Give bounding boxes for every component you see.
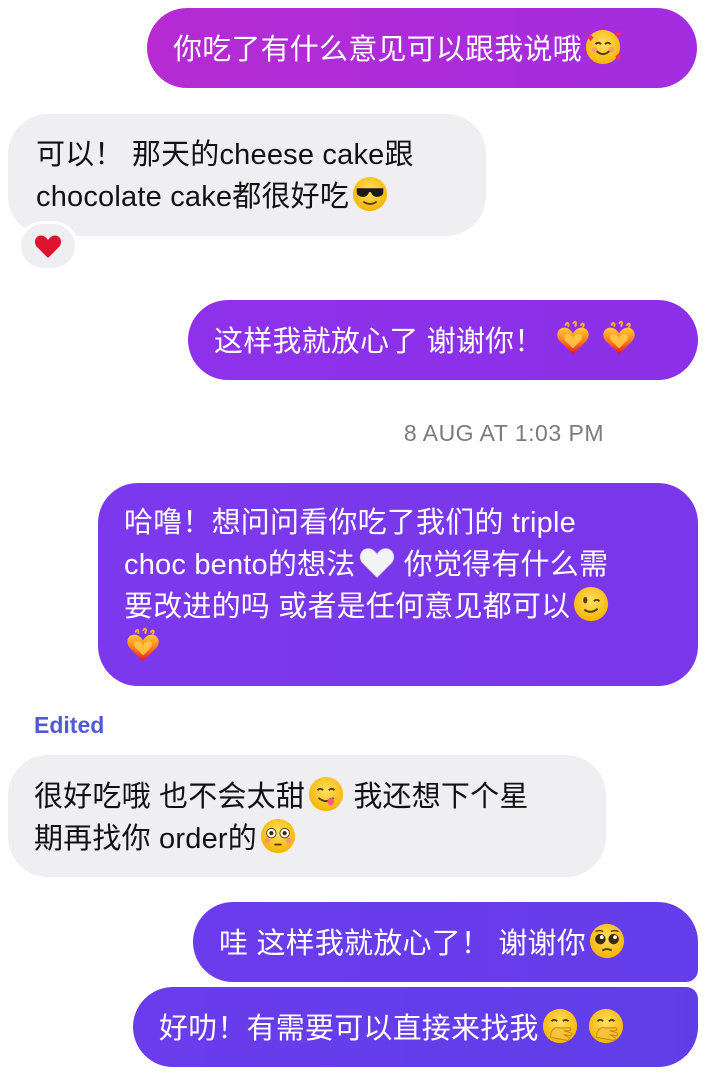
message-text-line: 期再找你 order的 [34,823,257,855]
message-text-line: 哈噜！想问问看你吃了我们的 triple [124,507,576,539]
message-text: 好叻！有需要可以直接来找我 [159,1013,539,1045]
flushed-face-icon [259,817,297,855]
message-text: 你吃了有什么意见可以跟我说哦 [173,34,582,66]
smiling-face-with-sunglasses-icon [351,175,389,213]
message-bubble-outgoing[interactable]: 你吃了有什么意见可以跟我说哦 [147,8,697,88]
message-bubble-outgoing[interactable]: 这样我就放心了 谢谢你！ [188,300,698,380]
face-savoring-food-icon [307,775,345,813]
edited-label: Edited [34,712,105,738]
heart-on-fire-icon [124,627,162,665]
heart-on-fire-icon [600,320,638,358]
pleading-face-icon [588,922,626,960]
message-text-line: choc bento的想法 [124,549,356,581]
message-bubble-outgoing[interactable]: 哇 这样我就放心了！ 谢谢你 [193,902,698,982]
message-text-line: 很好吃哦 也不会太甜 [34,781,306,813]
message-text-line: 要改进的吗 或者是任何意见都可以 [124,591,571,623]
message-bubble-outgoing[interactable]: 哈噜！想问问看你吃了我们的 triple choc bento的想法 你觉得有什… [98,483,698,686]
message-bubble-incoming[interactable]: 可以！ 那天的cheese cake跟 chocolate cake都很好吃 [8,114,486,236]
message-bubble-outgoing[interactable]: 好叻！有需要可以直接来找我 [133,987,698,1067]
heart-on-fire-icon [554,320,592,358]
face-with-hand-over-mouth-icon [587,1007,625,1045]
reaction-badge[interactable] [18,221,78,271]
timestamp: 8 AUG AT 1:03 PM [403,420,604,446]
face-with-hand-over-mouth-icon [541,1007,579,1045]
message-text: 哇 这样我就放心了！ 谢谢你 [219,928,586,960]
chat-thread: 你吃了有什么意见可以跟我说哦 可以！ 那天的cheese cake跟 choco… [0,0,714,1080]
message-text-line: 你觉得有什么需 [395,549,609,581]
message-text-line: 我还想下个星 [345,781,529,813]
white-heart-icon [358,543,396,581]
smiling-face-with-hearts-icon [584,28,622,66]
message-bubble-incoming[interactable]: 很好吃哦 也不会太甜 我还想下个星 期再找你 order的 [8,755,606,877]
message-text: 这样我就放心了 谢谢你！ [214,326,552,358]
winking-face-icon [572,585,610,623]
red-heart-icon [33,232,63,260]
message-text-line: 可以！ 那天的cheese cake跟 [36,139,414,171]
message-text-line: chocolate cake都很好吃 [36,181,350,213]
